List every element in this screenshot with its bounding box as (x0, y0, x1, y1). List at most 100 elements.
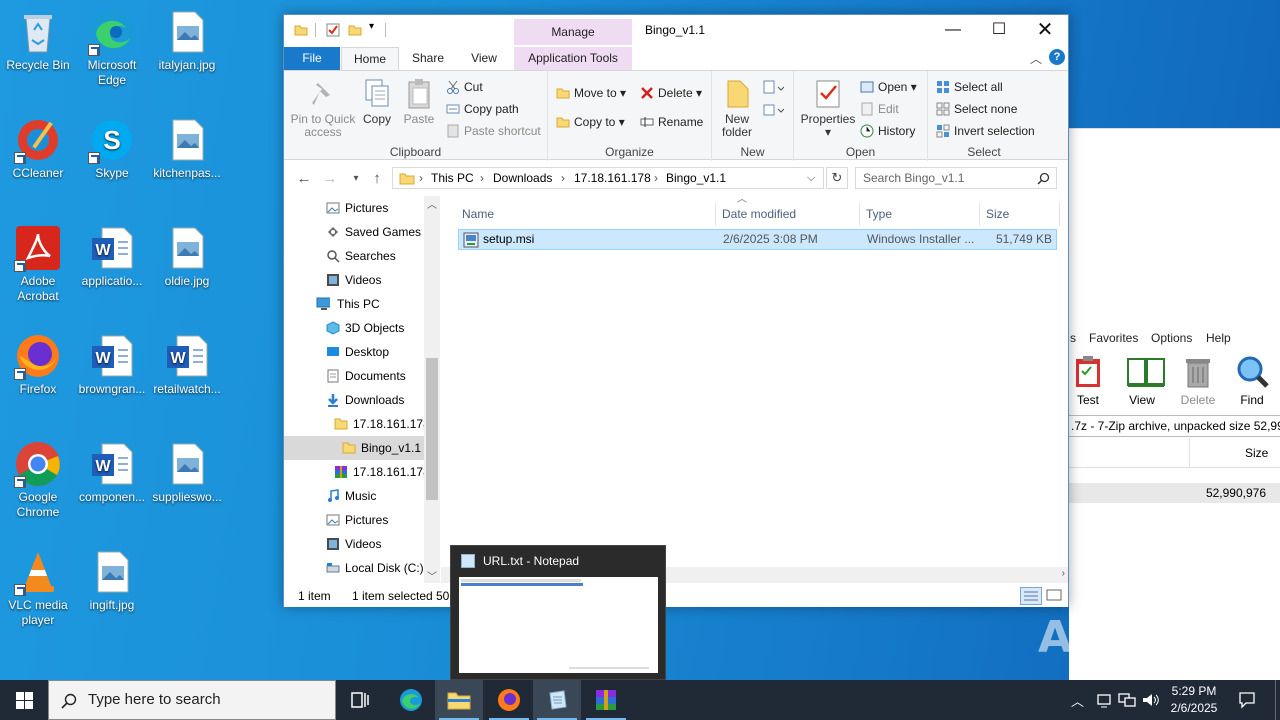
copy-to-button[interactable]: Copy to ▾ (556, 112, 625, 132)
system-clock[interactable]: 5:29 PM 2/6/2025 (1154, 683, 1234, 717)
delete-button[interactable]: Delete (1173, 355, 1223, 407)
desktop-icon-image[interactable]: oldie.jpg (149, 224, 225, 289)
column-header-type[interactable]: Type (860, 202, 980, 226)
breadcrumb-ip-folder[interactable]: 17.18.161.178 (574, 168, 651, 188)
select-all-button[interactable]: Select all (936, 77, 1003, 97)
nav-item-ip-folder[interactable]: 17.18.161.178 (284, 412, 440, 436)
delete-button[interactable]: Delete ▾ (640, 83, 702, 103)
desktop-icon-recycle-bin[interactable]: Recycle Bin (0, 8, 76, 73)
ethernet-icon[interactable] (1118, 692, 1136, 708)
nav-item-documents[interactable]: Documents (284, 364, 440, 388)
start-button[interactable] (0, 680, 48, 720)
move-to-button[interactable]: Move to ▾ (556, 83, 626, 103)
zip-list-row[interactable]: 52,990,976 (1069, 483, 1280, 503)
desktop-icon-image[interactable]: ingift.jpg (74, 548, 150, 613)
recent-locations-button[interactable]: ▾ (346, 173, 366, 184)
show-hidden-icons[interactable]: ︿ (1071, 691, 1084, 710)
desktop-icon-image[interactable]: supplieswo... (149, 440, 225, 505)
scroll-down-icon[interactable]: ﹀ (427, 568, 437, 583)
maximize-button[interactable]: ☐ (976, 15, 1022, 45)
nav-item-ip-archive[interactable]: 17.18.161.178 (284, 460, 440, 484)
select-none-button[interactable]: Select none (936, 99, 1017, 119)
desktop-icon-google-chrome[interactable]: Google Chrome (0, 440, 76, 520)
taskbar-notepad[interactable] (533, 680, 581, 720)
properties-button[interactable]: Properties ▾ (798, 77, 858, 139)
copy-path-button[interactable]: Copy path (446, 99, 519, 119)
nav-item-searches[interactable]: Searches (284, 244, 440, 268)
desktop-icon-image[interactable]: italyjan.jpg (149, 8, 225, 73)
scroll-right-icon[interactable]: › (1062, 568, 1065, 579)
column-header-date[interactable]: Date modified (716, 202, 860, 226)
nav-item-desktop[interactable]: Desktop (284, 340, 440, 364)
nav-item-bingo[interactable]: Bingo_v1.1 (284, 436, 440, 460)
file-row[interactable]: setup.msi 2/6/2025 3:08 PM Windows Insta… (458, 229, 1057, 250)
view-button[interactable]: View (1117, 355, 1167, 407)
tab-file[interactable]: File (284, 47, 340, 71)
history-button[interactable]: History (860, 121, 915, 141)
tab-share[interactable]: Share (404, 47, 452, 71)
menu-help[interactable]: Help (1206, 331, 1231, 345)
address-dropdown-icon[interactable]: ⌵ (807, 168, 815, 188)
taskbar-edge[interactable] (387, 680, 435, 720)
nav-item-music[interactable]: Music (284, 484, 440, 508)
nav-item-this-pc[interactable]: This PC (284, 292, 440, 316)
new-folder-button[interactable]: New folder (716, 77, 758, 139)
desktop-icon-firefox[interactable]: Firefox (0, 332, 76, 397)
cut-button[interactable]: Cut (446, 77, 483, 97)
desktop-icon-ccleaner[interactable]: CCleaner (0, 116, 76, 181)
desktop-icon-microsoft-edge[interactable]: Microsoft Edge (74, 8, 150, 88)
up-button[interactable]: ↑ (367, 170, 387, 187)
nav-item-3d-objects[interactable]: 3D Objects (284, 316, 440, 340)
tab-view[interactable]: View (460, 47, 508, 71)
nav-item-downloads[interactable]: Downloads (284, 388, 440, 412)
copy-button[interactable]: Copy (360, 77, 394, 126)
nav-item-saved-games[interactable]: Saved Games (284, 220, 440, 244)
invert-selection-button[interactable]: Invert selection (936, 121, 1035, 141)
collapse-ribbon-icon[interactable]: ︿ (1030, 50, 1042, 67)
desktop-icon-adobe-acrobat[interactable]: Adobe Acrobat (0, 224, 76, 304)
new-item-icon[interactable] (762, 79, 785, 97)
back-button[interactable]: ← (294, 170, 314, 187)
address-bar[interactable]: › This PC › Downloads › 17.18.161.178 › … (392, 167, 824, 189)
edit-button[interactable]: Edit (860, 99, 899, 119)
column-header-size[interactable]: Size (980, 202, 1060, 226)
tab-application-tools[interactable]: Application Tools (514, 47, 632, 71)
desktop-icon-vlc[interactable]: VLC media player (0, 548, 76, 628)
desktop-icon-word-doc[interactable]: W browngran... (74, 332, 150, 397)
menu-favorites[interactable]: Favorites (1089, 331, 1138, 345)
taskbar-search-box[interactable]: Type here to search (48, 680, 336, 720)
open-button[interactable]: Open ▾ (860, 77, 917, 97)
forward-button[interactable]: → (320, 170, 340, 187)
nav-scroll-thumb[interactable] (426, 358, 438, 500)
test-button[interactable]: Test (1063, 355, 1113, 407)
show-desktop-button[interactable] (1275, 680, 1280, 720)
details-view-button[interactable] (1020, 587, 1042, 605)
desktop-icon-word-doc[interactable]: W applicatio... (74, 224, 150, 289)
tab-home[interactable]: Home (341, 47, 399, 71)
find-button[interactable]: Find (1227, 355, 1277, 407)
network-icon[interactable] (1096, 692, 1112, 708)
properties-check-icon[interactable] (326, 23, 340, 37)
desktop-icon-word-doc[interactable]: W componen... (74, 440, 150, 505)
breadcrumb-bingo[interactable]: Bingo_v1.1 (666, 168, 726, 188)
nav-item-local-disk[interactable]: Local Disk (C:) (284, 556, 440, 580)
notifications-icon[interactable] (1238, 691, 1256, 709)
nav-item-videos[interactable]: Videos (284, 268, 440, 292)
breadcrumb-downloads[interactable]: Downloads (493, 168, 552, 188)
desktop-icon-image[interactable]: kitchenpas... (149, 116, 225, 181)
breadcrumb-this-pc[interactable]: This PC (431, 168, 474, 188)
new-folder-icon[interactable] (348, 23, 362, 37)
paste-button[interactable]: Paste (402, 77, 436, 126)
taskbar-firefox[interactable] (485, 680, 533, 720)
nav-item-pictures[interactable]: Pictures (284, 508, 440, 532)
nav-item-pictures[interactable]: Pictures (284, 196, 440, 220)
easy-access-icon[interactable] (762, 101, 785, 119)
notepad-thumbnail[interactable]: URL.txt - Notepad (450, 545, 666, 680)
size-column-header[interactable]: Size (1245, 446, 1268, 460)
menu-item[interactable]: s (1070, 331, 1076, 345)
customize-toolbar-icon[interactable]: ▾ (369, 21, 383, 35)
desktop-icon-word-doc[interactable]: W retailwatch... (149, 332, 225, 397)
refresh-button[interactable]: ↻ (826, 167, 848, 189)
close-button[interactable]: ✕ (1022, 15, 1068, 45)
nav-item-videos[interactable]: Videos (284, 532, 440, 556)
